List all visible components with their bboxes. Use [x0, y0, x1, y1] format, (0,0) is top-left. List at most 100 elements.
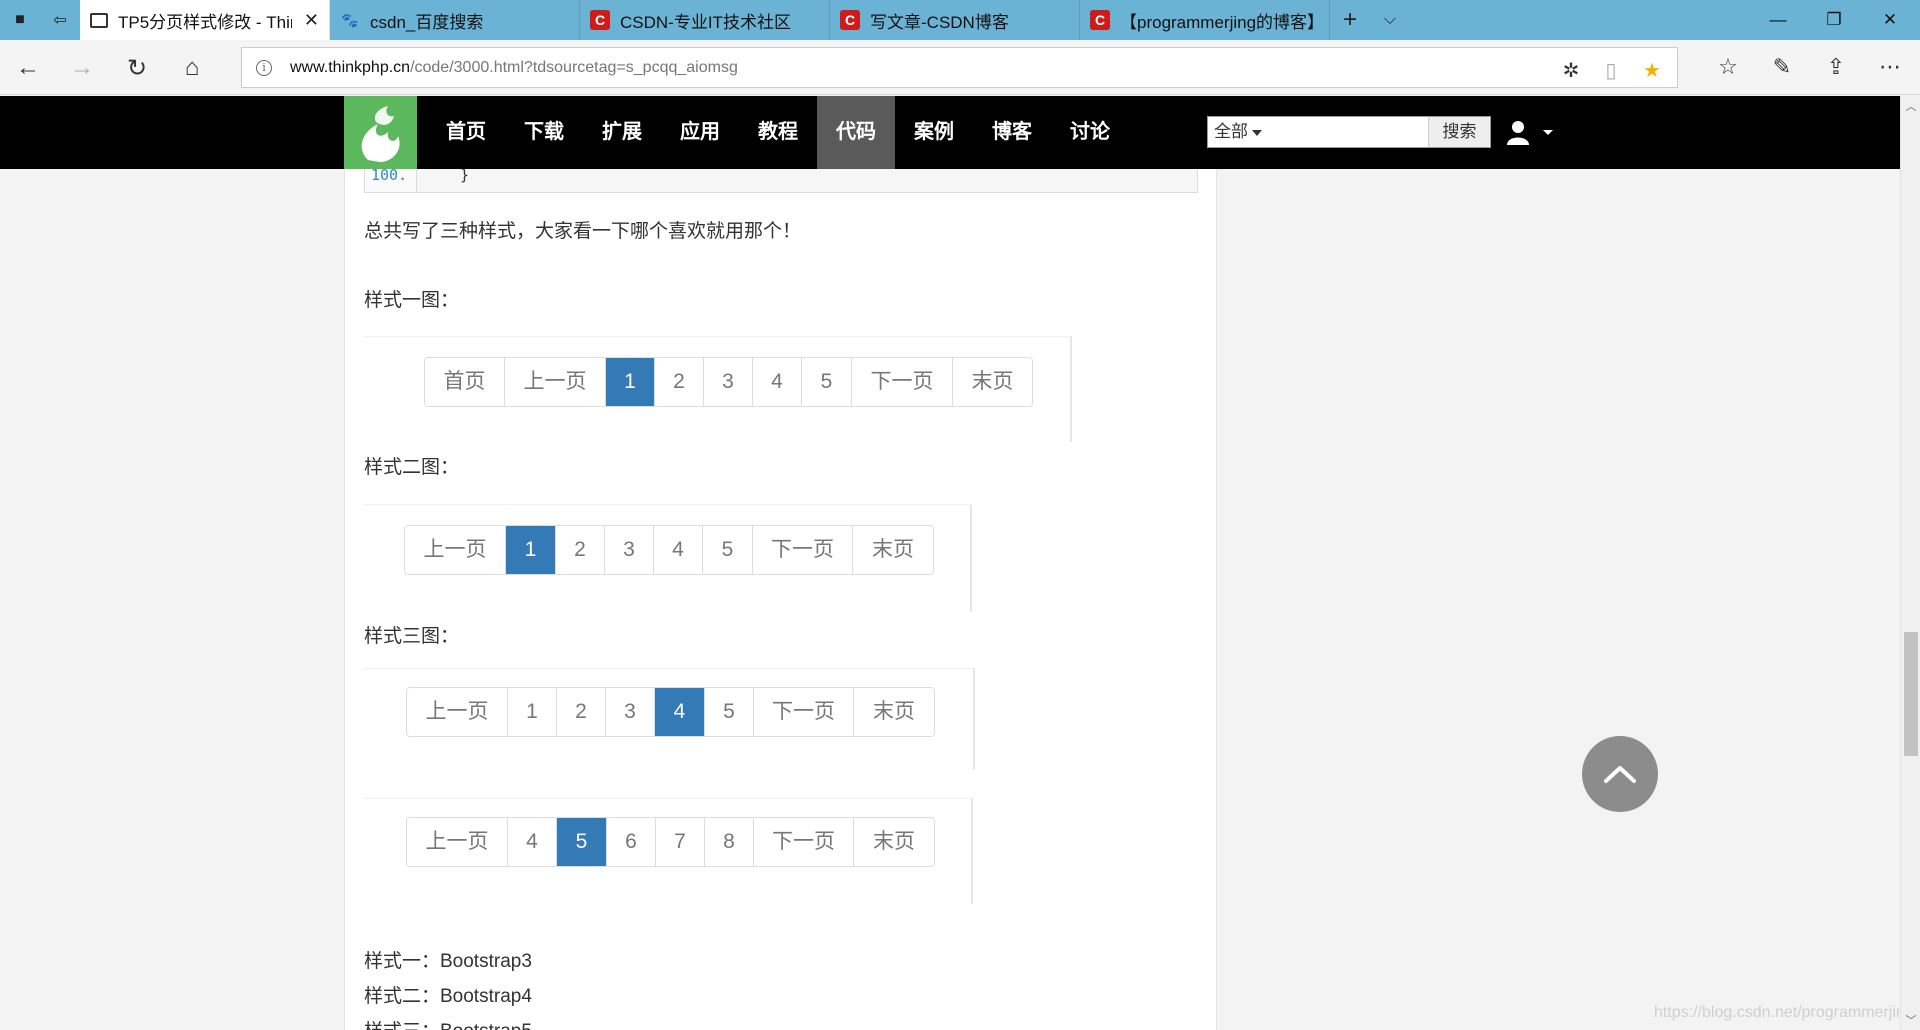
page-button[interactable]: 末页 — [953, 358, 1032, 406]
page-button[interactable]: 5 — [703, 526, 753, 574]
page-button[interactable]: 1 — [508, 688, 557, 736]
scroll-up-icon[interactable]: ︿ — [1901, 96, 1920, 116]
tab-title: CSDN-专业IT技术社区 — [620, 12, 791, 32]
page-button[interactable]: 上一页 — [407, 688, 508, 736]
page-button[interactable]: 末页 — [853, 526, 933, 574]
user-icon — [1507, 121, 1529, 145]
tab-baidu[interactable]: 🐾 csdn_百度搜索 — [330, 0, 580, 40]
page-button[interactable]: 末页 — [854, 818, 934, 866]
refresh-icon[interactable]: ↻ — [119, 50, 155, 86]
page-button[interactable]: 3 — [606, 688, 655, 736]
page-scrollbar[interactable]: ︿ ﹀ — [1900, 96, 1920, 1030]
page-button[interactable]: 上一页 — [505, 358, 606, 406]
page-button[interactable]: 2 — [655, 358, 704, 406]
tab-active[interactable]: TP5分页样式修改 - Thin ✕ — [80, 0, 330, 40]
nav-link[interactable]: 首页 — [427, 96, 505, 169]
style1-label: 样式一图： — [364, 290, 460, 311]
tab-strip: ■ ⇦ TP5分页样式修改 - Thin ✕ 🐾 csdn_百度搜索 C CSD… — [0, 0, 1920, 40]
set-aside-tabs-icon[interactable]: ⇦ — [40, 0, 80, 40]
extension-puzzle-icon[interactable]: ✲ — [1559, 58, 1583, 82]
page-button[interactable]: 上一页 — [407, 818, 508, 866]
page-button[interactable]: 2 — [557, 688, 606, 736]
nav-link[interactable]: 博客 — [973, 96, 1051, 169]
page-button[interactable]: 1 — [506, 526, 556, 574]
style2-label: 样式二图： — [364, 457, 460, 478]
page-button[interactable]: 5 — [802, 358, 852, 406]
page-button[interactable]: 7 — [656, 818, 705, 866]
tab-preview-chevron-icon[interactable]: ⌵ — [1370, 0, 1410, 40]
url-host: www.thinkphp.cn — [290, 58, 411, 76]
minimize-icon[interactable]: — — [1750, 0, 1806, 40]
style3-label: 样式三图： — [364, 626, 460, 647]
csdn-icon: C — [840, 10, 860, 30]
share-icon[interactable]: ⇪ — [1821, 52, 1851, 82]
pagination-style2: 上一页 1 2 3 4 5 下一页 末页 — [404, 525, 934, 575]
site-navbar: 首页 下载 扩展 应用 教程 代码 案例 博客 讨论 全部 搜索 — [0, 96, 1900, 169]
article-body: 100. } 总共写了三种样式，大家看一下哪个喜欢就用那个！ 样式一图： 首页上… — [344, 96, 1217, 1030]
page-button[interactable]: 下一页 — [852, 358, 953, 406]
tab-csdn-blog[interactable]: C 【programmerjing的博客】 — [1080, 0, 1330, 40]
favorites-list-icon[interactable]: ☆ — [1713, 52, 1743, 82]
intro-text: 总共写了三种样式，大家看一下哪个喜欢就用那个！ — [364, 221, 802, 242]
user-menu[interactable] — [1505, 116, 1555, 148]
nav-link[interactable]: 讨论 — [1051, 96, 1129, 169]
scroll-thumb[interactable] — [1904, 632, 1918, 756]
nav-link[interactable]: 代码 — [817, 96, 895, 169]
tab-csdn[interactable]: C CSDN-专业IT技术社区 — [580, 0, 830, 40]
page-button[interactable]: 3 — [605, 526, 654, 574]
page-button[interactable]: 首页 — [425, 358, 505, 406]
new-tab-icon[interactable]: + — [1330, 0, 1370, 40]
csdn-icon: C — [1090, 10, 1110, 30]
page-button[interactable]: 末页 — [854, 688, 934, 736]
page-button[interactable]: 8 — [705, 818, 754, 866]
search-category-select[interactable]: 全部 — [1208, 117, 1308, 147]
page-button[interactable]: 4 — [655, 688, 705, 736]
page-button[interactable]: 4 — [753, 358, 802, 406]
url-path: /code/3000.html?tdsourcetag=s_pcqq_aioms… — [410, 58, 738, 76]
tab-csdn-write[interactable]: C 写文章-CSDN博客 — [830, 0, 1080, 40]
tab-title: TP5分页样式修改 - Thin — [118, 12, 292, 32]
home-icon[interactable]: ⌂ — [174, 50, 210, 86]
restore-icon[interactable]: ❐ — [1806, 0, 1862, 40]
nav-link[interactable]: 应用 — [661, 96, 739, 169]
page-button[interactable]: 4 — [654, 526, 703, 574]
chevron-up-icon — [1604, 766, 1636, 783]
url-input[interactable]: i www.thinkphp.cn /code/3000.html?tdsour… — [241, 47, 1678, 88]
baidu-paw-icon: 🐾 — [341, 11, 359, 28]
page-button[interactable]: 6 — [607, 818, 656, 866]
nav-link[interactable]: 扩展 — [583, 96, 661, 169]
info-icon[interactable]: i — [256, 59, 272, 76]
more-menu-icon[interactable]: ⋯ — [1875, 52, 1905, 82]
pen-icon[interactable]: ✎ — [1767, 52, 1797, 82]
chevron-down-icon — [1252, 129, 1262, 136]
style-list-item-3: 样式三：Bootstrap5 — [364, 1016, 532, 1030]
reading-view-icon[interactable]: ▯ — [1599, 58, 1623, 82]
pagination-style1: 首页 上一页 1 2 3 4 5 下一页 末页 — [424, 357, 1033, 407]
page-button[interactable]: 下一页 — [753, 526, 853, 574]
nav-link[interactable]: 下载 — [505, 96, 583, 169]
page-button[interactable]: 2 — [556, 526, 605, 574]
page-button[interactable]: 4 — [508, 818, 557, 866]
forward-icon[interactable]: → — [64, 50, 100, 86]
nav-link[interactable]: 教程 — [739, 96, 817, 169]
page-button[interactable]: 3 — [704, 358, 753, 406]
back-icon[interactable]: ← — [10, 50, 46, 86]
page-button[interactable]: 下一页 — [754, 688, 854, 736]
close-tab-icon[interactable]: ✕ — [304, 10, 319, 31]
search-button[interactable]: 搜索 — [1428, 117, 1490, 147]
nav-link[interactable]: 案例 — [895, 96, 973, 169]
thinkphp-logo[interactable] — [344, 96, 417, 169]
page-viewport: 100. } 总共写了三种样式，大家看一下哪个喜欢就用那个！ 样式一图： 首页上… — [0, 96, 1900, 1030]
tab-title: 写文章-CSDN博客 — [870, 12, 1009, 32]
close-window-icon[interactable]: ✕ — [1862, 0, 1918, 40]
search-input[interactable] — [1308, 117, 1428, 147]
page-button[interactable]: 上一页 — [405, 526, 506, 574]
page-button[interactable]: 5 — [705, 688, 754, 736]
favorite-star-icon[interactable]: ★ — [1640, 58, 1664, 82]
scroll-down-icon[interactable]: ﹀ — [1901, 1010, 1920, 1030]
page-button[interactable]: 下一页 — [754, 818, 854, 866]
page-button[interactable]: 5 — [557, 818, 607, 866]
tab-manager-icon[interactable]: ■ — [0, 0, 40, 40]
back-to-top-button[interactable] — [1582, 736, 1658, 812]
page-button[interactable]: 1 — [606, 358, 655, 406]
